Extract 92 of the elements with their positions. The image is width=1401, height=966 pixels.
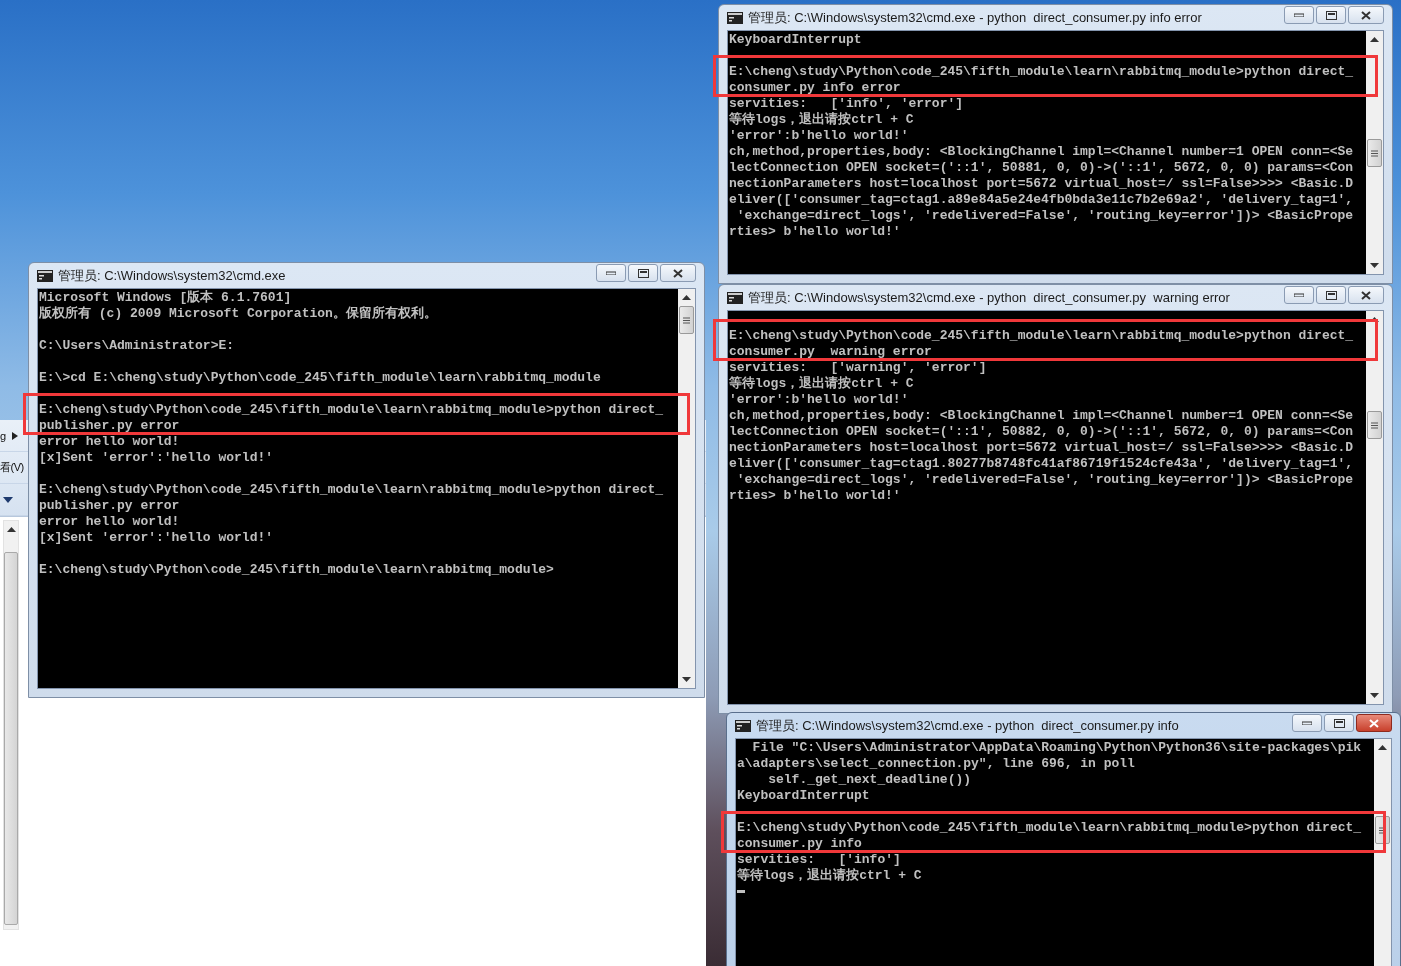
minimize-icon — [1294, 293, 1304, 297]
console-app-icon — [37, 269, 53, 282]
console-line: Microsoft Windows [版本 6.1.7601] — [39, 290, 293, 306]
close-button[interactable] — [1356, 714, 1392, 732]
console-line: E:\cheng\study\Python\code_245\fifth_module\learn\rabbitmq_module>python direct_ — [737, 820, 1363, 836]
menu-item[interactable]: g — [0, 429, 6, 442]
maximize-icon — [1325, 290, 1337, 300]
grip-icon — [1379, 826, 1386, 834]
console-line: consumer.py info error — [729, 80, 902, 96]
caret-icon — [11, 431, 18, 440]
minimize-icon — [1294, 13, 1304, 17]
console-line: 等待logs，退出请按ctrl + C — [729, 376, 915, 392]
console-line: ch,method,properties,body: <BlockingChannel impl=<Channel number=1 OPEN conn=<Se — [729, 408, 1355, 424]
console-line: C:\Users\Administrator>E: — [39, 338, 236, 354]
console-line: 版权所有 (c) 2009 Microsoft Corporation。保留所有权利。 — [39, 306, 438, 322]
console-line: lectConnection OPEN socket=('::1', 50881, 0, 0)->('::1', 5672, 0, 0) params=<Con — [729, 160, 1355, 176]
close-icon — [673, 268, 683, 278]
up-arrow-icon — [682, 295, 691, 300]
console-line: publisher.py error — [39, 418, 181, 434]
close-icon — [1361, 290, 1371, 300]
maximize-icon — [1325, 10, 1337, 20]
console-app-icon — [727, 291, 743, 304]
window-title: 管理员: C:\Windows\system32\cmd.exe - python direct_consumer.py info — [756, 716, 1180, 735]
window-title: 管理员: C:\Windows\system32\cmd.exe - python direct_consumer.py info error — [748, 8, 1203, 27]
console-line: 'exchange=direct_logs', 'redelivered=False', 'routing_key=error'])> <BasicPrope — [735, 472, 1355, 488]
console-line: ch,method,properties,body: <BlockingChannel impl=<Channel number=1 OPEN conn=<Se — [729, 144, 1355, 160]
scrollbar-thumb[interactable] — [4, 552, 18, 925]
maximize-icon — [637, 268, 649, 278]
console-line: servities: ['info'] — [737, 852, 902, 868]
down-arrow-icon — [682, 677, 691, 682]
text-cursor — [737, 890, 745, 894]
up-arrow-icon — [1378, 745, 1387, 750]
console-line: lectConnection OPEN socket=('::1', 50882, 0, 0)->('::1', 5672, 0, 0) params=<Con — [729, 424, 1355, 440]
console-line: rties> b'hello world!' — [729, 224, 902, 240]
console-line: self._get_next_deadline()) — [767, 772, 973, 788]
console-line: consumer.py info — [737, 836, 863, 852]
up-arrow-icon — [1370, 37, 1379, 42]
console-line: 'exchange=direct_logs', 'redelivered=False', 'routing_key=error'])> <BasicPrope — [735, 208, 1355, 224]
console-line: 'error':b'hello world!' — [729, 128, 910, 144]
console-line: E:\cheng\study\Python\code_245\fifth_module\learn\rabbitmq_module>python direct_ — [729, 328, 1355, 344]
scrollbar-thumb[interactable] — [1367, 139, 1382, 167]
console-line: error hello world! — [39, 514, 181, 530]
console-line: a\adapters\select_connection.py", line 696, in poll — [737, 756, 1136, 772]
close-button[interactable] — [660, 264, 696, 282]
close-icon — [1361, 10, 1371, 20]
console-line: E:\cheng\study\Python\code_245\fifth_module\learn\rabbitmq_module> — [39, 562, 555, 578]
console-line: error hello world! — [39, 434, 181, 450]
console-line: File "C:\Users\Administrator\AppData\Roaming\Python\Python36\site-packages\pik — [751, 740, 1363, 756]
grip-icon — [1371, 149, 1378, 157]
console-line: KeyboardInterrupt — [737, 788, 871, 804]
console-line: E:\>cd E:\cheng\study\Python\code_245\fifth_module\learn\rabbitmq_module — [39, 370, 602, 386]
minimize-icon — [606, 271, 616, 275]
window-title: 管理员: C:\Windows\system32\cmd.exe - python direct_consumer.py warning error — [748, 288, 1231, 307]
maximize-button[interactable] — [628, 264, 658, 282]
maximize-button[interactable] — [1324, 714, 1354, 732]
console-line: 'error':b'hello world!' — [729, 392, 910, 408]
maximize-button[interactable] — [1316, 286, 1346, 304]
console-line: KeyboardInterrupt — [729, 32, 863, 48]
up-arrow-icon — [6, 527, 16, 532]
grip-icon — [683, 316, 690, 324]
console-app-icon — [735, 719, 751, 732]
console-line: [x]Sent 'error':'hello world!' — [39, 530, 275, 546]
console-line: E:\cheng\study\Python\code_245\fifth_module\learn\rabbitmq_module>python direct_ — [39, 402, 665, 418]
maximize-button[interactable] — [1316, 6, 1346, 24]
console-line: E:\cheng\study\Python\code_245\fifth_module\learn\rabbitmq_module>python direct_ — [39, 482, 665, 498]
console-line: eliver(['consumer_tag=ctag1.a89e84a5e24e4fb0bda3e11c7b2e69a2', 'delivery_tag=1', — [729, 192, 1355, 208]
console-line: rties> b'hello world!' — [729, 488, 902, 504]
console-app-icon — [727, 11, 743, 24]
down-arrow-icon — [1370, 263, 1379, 268]
window-title: 管理员: C:\Windows\system32\cmd.exe — [58, 266, 287, 285]
console-line: eliver(['consumer_tag=ctag1.80277b8748fc41af86719f1524cfe43a', 'delivery_tag=1', — [729, 456, 1355, 472]
maximize-icon — [1333, 718, 1345, 728]
console-line: servities: ['warning', 'error'] — [729, 360, 988, 376]
scrollbar-thumb[interactable] — [679, 306, 694, 334]
console-line: consumer.py warning error — [729, 344, 933, 360]
console-line: 等待logs，退出请按ctrl + C — [729, 112, 915, 128]
console-line: 等待logs，退出请按ctrl + C — [737, 868, 923, 884]
down-arrow-icon — [1370, 693, 1379, 698]
console-line: nectionParameters host=localhost port=5672 virtual_host=/ ssl=False>>>> <Basic.D — [729, 440, 1355, 456]
scrollbar-thumb[interactable] — [1367, 411, 1382, 439]
console-line: E:\cheng\study\Python\code_245\fifth_module\learn\rabbitmq_module>python direct_ — [729, 64, 1355, 80]
minimize-icon — [1302, 721, 1312, 725]
close-button[interactable] — [1348, 6, 1384, 24]
menu-item[interactable]: 看(V) — [0, 460, 24, 475]
dropdown-arrow-icon — [3, 496, 13, 503]
close-button[interactable] — [1348, 286, 1384, 304]
close-icon — [1369, 718, 1379, 728]
console-line: publisher.py error — [39, 498, 181, 514]
grip-icon — [1371, 421, 1378, 429]
console-line: [x]Sent 'error':'hello world!' — [39, 450, 275, 466]
console-line: servities: ['info', 'error'] — [729, 96, 965, 112]
console-line: nectionParameters host=localhost port=5672 virtual_host=/ ssl=False>>>> <Basic.D — [729, 176, 1355, 192]
